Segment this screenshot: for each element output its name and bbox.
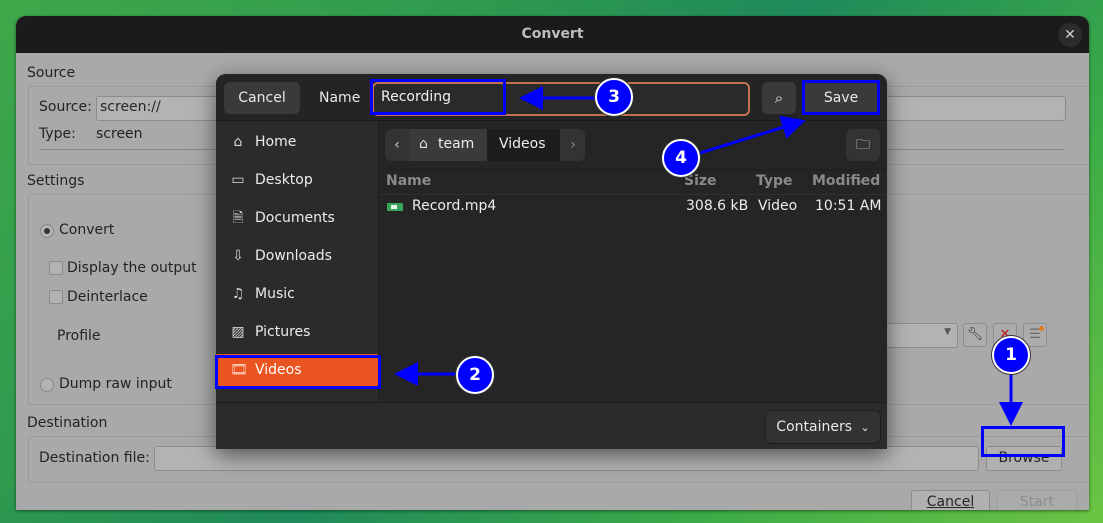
annotation-badge-4: 4 — [662, 139, 700, 177]
highlight-save — [802, 80, 880, 115]
annotation-arrows — [394, 86, 1023, 426]
annotation-badge-2: 2 — [456, 356, 494, 394]
highlight-browse — [981, 426, 1065, 457]
annotation-badge-1: 1 — [992, 336, 1030, 374]
highlight-videos — [215, 355, 381, 389]
arrow-4 — [699, 115, 806, 155]
highlight-name-field — [370, 79, 506, 115]
annotation-badge-3: 3 — [595, 78, 633, 116]
